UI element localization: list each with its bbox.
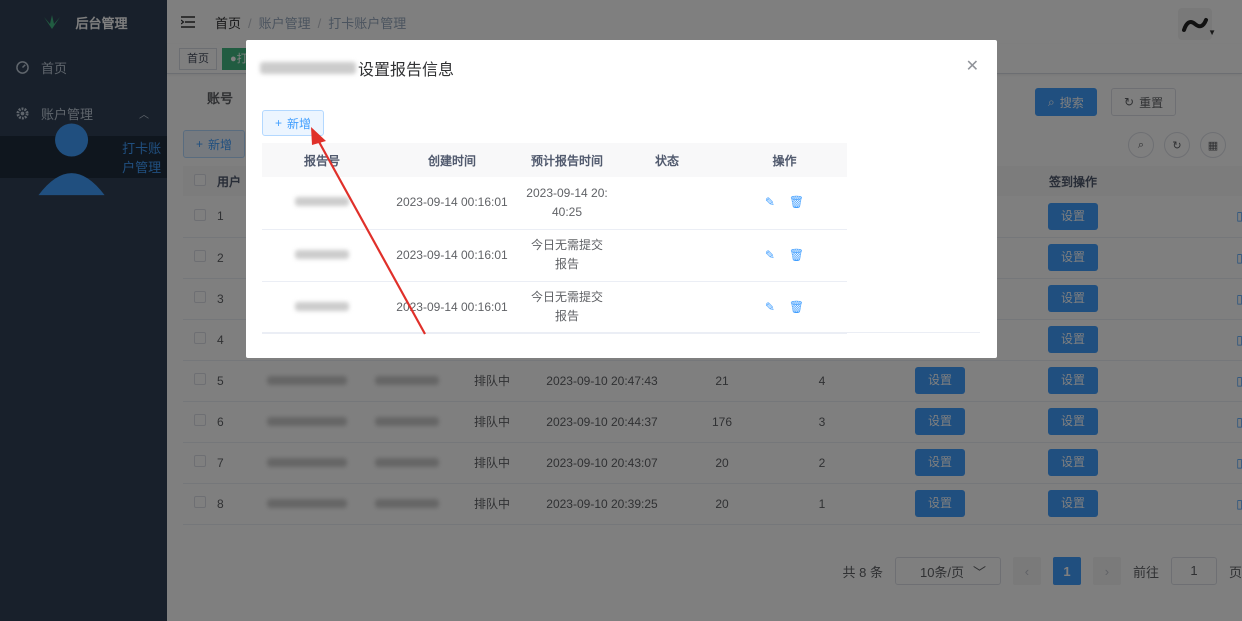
ops-cell: ✎ 🗑 [722, 177, 847, 230]
created-cell: 2023-09-14 00:16:01 [382, 281, 522, 334]
ops-cell: ✎ 🗑 [722, 281, 847, 334]
expected-cell: 今日无需提交 报告 [522, 281, 612, 334]
status-cell [612, 177, 722, 230]
expected-line-2: 报告 [554, 257, 579, 271]
report-no-cell [262, 229, 382, 282]
col-ops: 操作 [722, 143, 847, 177]
trash-icon[interactable]: 🗑 [789, 246, 804, 265]
table-row: 2023-09-14 00:16:01 2023-09-14 20: 40:25 ✎ 🗑 [262, 177, 847, 230]
col-status: 状态 [612, 143, 722, 177]
col-expected: 预计报告时间 [522, 143, 612, 177]
close-icon[interactable]: ✕ [966, 56, 979, 76]
table-row: 2023-09-14 00:16:01 今日无需提交 报告 ✎ 🗑 [262, 281, 847, 334]
redacted-text [295, 301, 349, 311]
created-cell: 2023-09-14 00:16:01 [382, 177, 522, 230]
status-cell [612, 229, 722, 282]
plus-icon: + [275, 116, 283, 130]
dialog-add-label: 新增 [287, 116, 312, 131]
dialog-title: 设置报告信息 [260, 56, 454, 80]
col-created: 创建时间 [382, 143, 522, 177]
expected-cell: 今日无需提交 报告 [522, 229, 612, 282]
expected-line-2: 报告 [554, 309, 579, 323]
trash-icon[interactable]: 🗑 [789, 193, 804, 212]
table-row: 2023-09-14 00:16:01 今日无需提交 报告 ✎ 🗑 [262, 229, 847, 282]
report-no-cell [262, 177, 382, 230]
trash-icon[interactable]: 🗑 [789, 298, 804, 317]
ops-cell: ✎ 🗑 [722, 229, 847, 282]
expected-line-1: 今日无需提交 [530, 290, 603, 304]
redacted-text [295, 197, 349, 207]
table-header: 报告号 创建时间 预计报告时间 状态 操作 [262, 143, 847, 177]
dialog-title-text: 设置报告信息 [358, 62, 455, 79]
status-cell [612, 281, 722, 334]
expected-line-1: 今日无需提交 [530, 238, 603, 252]
report-table: 报告号 创建时间 预计报告时间 状态 操作 2023-09-14 00:16:0… [262, 143, 847, 334]
expected-line-1: 2023-09-14 20: [526, 185, 608, 200]
edit-icon[interactable]: ✎ [765, 193, 775, 212]
created-cell: 2023-09-14 00:16:01 [382, 229, 522, 282]
expected-cell: 2023-09-14 20: 40:25 [522, 177, 612, 230]
edit-icon[interactable]: ✎ [765, 298, 775, 317]
report-no-cell [262, 281, 382, 334]
expected-line-2: 40:25 [551, 204, 583, 219]
divider [262, 332, 980, 333]
edit-icon[interactable]: ✎ [765, 246, 775, 265]
report-dialog: 设置报告信息 ✕ + 新增 报告号 创建时间 预计报告时间 状态 操作 2023-… [246, 40, 997, 358]
redacted-text [295, 249, 349, 259]
redacted-text [260, 62, 356, 74]
dialog-add-button[interactable]: + 新增 [262, 110, 325, 136]
col-report-no: 报告号 [262, 143, 382, 177]
